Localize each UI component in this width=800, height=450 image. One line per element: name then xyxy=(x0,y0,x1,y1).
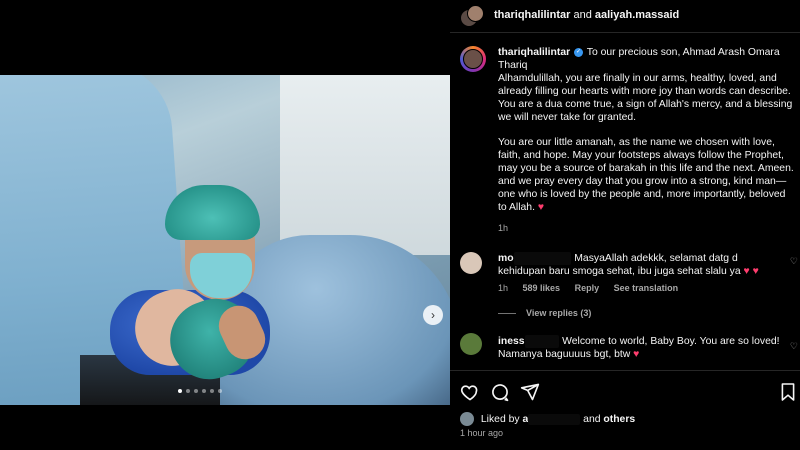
comment-body: inessxxxxxx Welcome to world, Baby Boy. … xyxy=(498,335,788,361)
likes-summary: Liked by axxxxxxxxx and others xyxy=(460,412,635,426)
like-comment-icon[interactable]: ♡ xyxy=(790,256,798,267)
bookmark-icon[interactable] xyxy=(780,382,796,402)
caption-username[interactable]: thariqhalilintar xyxy=(498,47,570,58)
carousel-dot[interactable] xyxy=(178,389,182,393)
coauthor-username[interactable]: aaliyah.massaid xyxy=(595,9,679,21)
post-photo[interactable]: › xyxy=(0,75,450,405)
post-caption: thariqhalilintar ✓ To our precious son, … xyxy=(498,46,794,226)
chevron-right-icon[interactable]: › xyxy=(423,305,443,325)
avatar[interactable] xyxy=(460,5,484,27)
carousel-dot[interactable] xyxy=(194,389,198,393)
caption-paragraph-1: Alhamdulillah, you are finally in our ar… xyxy=(498,73,793,123)
avatar[interactable] xyxy=(460,252,482,274)
carousel-dot[interactable] xyxy=(218,389,222,393)
carousel-dot[interactable] xyxy=(202,389,206,393)
verified-icon: ✓ xyxy=(574,47,584,57)
caption-avatar[interactable] xyxy=(460,46,486,72)
liked-by-user[interactable]: axxxxxxxxx xyxy=(522,413,581,425)
heart-emoji: ♥ xyxy=(537,202,545,213)
carousel-dot[interactable] xyxy=(210,389,214,393)
comment-username[interactable]: inessxxxxxx xyxy=(498,335,560,348)
carousel-dots xyxy=(178,389,222,393)
liked-by-others[interactable]: others xyxy=(603,414,635,425)
media-panel: › xyxy=(0,0,450,450)
heart-emoji: ♥ xyxy=(633,349,640,360)
post-authors: thariqhalilintar and aaliyah.massaid xyxy=(494,9,679,21)
view-replies-button[interactable]: View replies (3) xyxy=(498,308,591,318)
comment-body: moxxxxxxxxxx MasyaAllah adekkk, selamat … xyxy=(498,252,788,278)
post-header: thariqhalilintar and aaliyah.massaid xyxy=(450,0,800,33)
post-time[interactable]: 1 hour ago xyxy=(460,428,503,438)
heart-icon[interactable] xyxy=(460,382,480,402)
and-label: and xyxy=(573,9,592,21)
comment-likes[interactable]: 589 likes xyxy=(523,283,561,293)
comment-icon[interactable] xyxy=(490,382,510,402)
comment-meta: 1h 589 likes Reply See translation xyxy=(498,283,690,293)
action-bar xyxy=(450,370,800,413)
like-comment-icon[interactable]: ♡ xyxy=(790,341,798,352)
see-translation-button[interactable]: See translation xyxy=(614,283,679,293)
reply-button[interactable]: Reply xyxy=(575,283,600,293)
avatar[interactable] xyxy=(460,412,474,426)
caption-time[interactable]: 1h xyxy=(498,223,508,233)
share-icon[interactable] xyxy=(520,382,540,402)
post-sidebar: thariqhalilintar and aaliyah.massaid tha… xyxy=(450,0,800,450)
author-username[interactable]: thariqhalilintar xyxy=(494,9,570,21)
carousel-dot[interactable] xyxy=(186,389,190,393)
avatar[interactable] xyxy=(460,333,482,355)
comment-username[interactable]: moxxxxxxxxxx xyxy=(498,252,572,265)
heart-emoji: ♥ ♥ xyxy=(743,266,759,277)
comment-time[interactable]: 1h xyxy=(498,283,508,293)
